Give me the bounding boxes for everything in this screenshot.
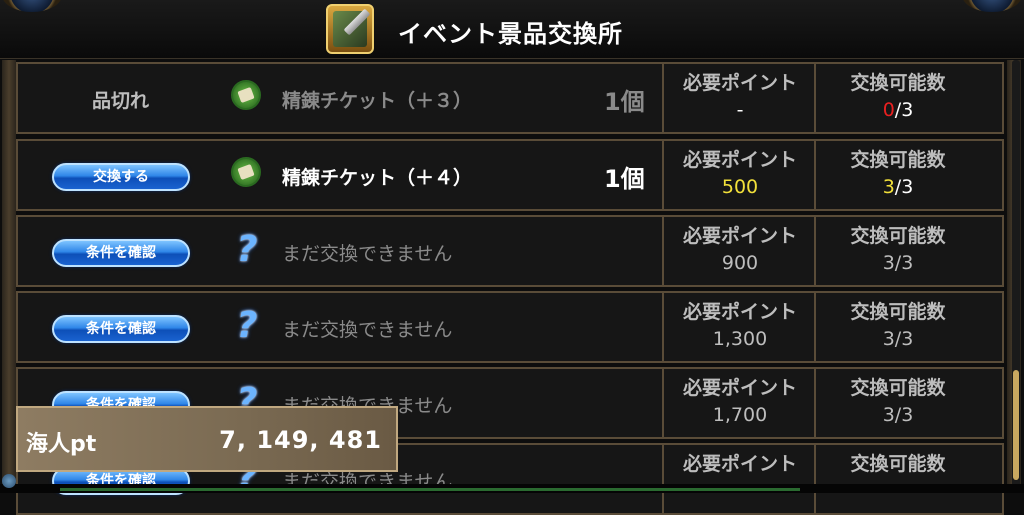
ticket-icon bbox=[231, 80, 261, 110]
exchange-count-label: 交換可能数 bbox=[850, 72, 946, 94]
exchange-count-value: 0/3 bbox=[816, 99, 980, 121]
required-points-label: 必要ポイント bbox=[682, 377, 797, 399]
item-name: 精錬チケット（＋４） bbox=[282, 167, 473, 189]
exchange-count-value: 3/3 bbox=[816, 328, 980, 350]
required-points-cell: 必要ポイント - bbox=[662, 64, 816, 132]
page-title: イベント景品交換所 bbox=[398, 20, 623, 48]
required-points-label: 必要ポイント bbox=[682, 149, 797, 171]
exchange-count-current: 3 bbox=[882, 176, 895, 198]
required-points-value: 500 bbox=[721, 176, 759, 198]
exchange-count-max: /3 bbox=[894, 99, 914, 121]
corner-orb-right-icon bbox=[962, 0, 1022, 12]
scrollbar[interactable] bbox=[1012, 60, 1020, 490]
exchange-count-label: 交換可能数 bbox=[850, 377, 946, 399]
sword-shop-icon bbox=[326, 4, 374, 54]
scroll-thumb[interactable] bbox=[1013, 370, 1019, 480]
exchange-row: 条件を確認 ? まだ交換できません 必要ポイント 900 交換可能数 3/3 bbox=[16, 215, 1004, 287]
row-main-cell: 交換する 精錬チケット（＋４） 1個 bbox=[18, 141, 662, 209]
exchange-row: 条件を確認 ? まだ交換できません 必要ポイント 1,300 交換可能数 3/3 bbox=[16, 291, 1004, 363]
check-condition-button[interactable]: 条件を確認 bbox=[52, 315, 190, 343]
required-points-label: 必要ポイント bbox=[682, 453, 797, 475]
frame-left bbox=[2, 60, 16, 493]
ticket-icon bbox=[231, 157, 261, 187]
exchange-count-cell: 交換可能数 3/3 bbox=[814, 293, 980, 361]
exchange-count-max: /3 bbox=[894, 176, 914, 198]
check-condition-button[interactable]: 条件を確認 bbox=[52, 239, 190, 267]
required-points-label: 必要ポイント bbox=[682, 225, 797, 247]
item-name: まだ交換できません bbox=[282, 319, 453, 341]
exchange-count-label: 交換可能数 bbox=[850, 453, 946, 475]
item-quantity: 1個 bbox=[604, 88, 645, 116]
exchange-button[interactable]: 交換する bbox=[52, 163, 190, 191]
exchange-count-value: 3/3 bbox=[816, 252, 980, 274]
status-orb-icon bbox=[2, 474, 16, 488]
header-bar: イベント景品交換所 bbox=[0, 0, 1024, 59]
row-main-cell: 条件を確認 ? まだ交換できません bbox=[18, 293, 662, 361]
exchange-row: 品切れ 精錬チケット（＋３） 1個 必要ポイント - 交換可能数 0/3 bbox=[16, 62, 1004, 134]
exchange-count-cell: 交換可能数 3/3 bbox=[814, 141, 980, 209]
exchange-count-max: /3 bbox=[894, 404, 914, 426]
exchange-count-max: /3 bbox=[894, 328, 914, 350]
exchange-count-current: 3 bbox=[882, 404, 895, 426]
soldout-label: 品切れ bbox=[92, 90, 150, 112]
item-name: まだ交換できません bbox=[282, 243, 453, 265]
item-name: 精錬チケット（＋３） bbox=[282, 90, 473, 112]
exchange-count-label: 交換可能数 bbox=[850, 225, 946, 247]
exchange-count-current: 3 bbox=[882, 252, 895, 274]
required-points-cell: 必要ポイント 1,300 bbox=[662, 293, 816, 361]
exchange-count-cell: 交換可能数 0/3 bbox=[814, 64, 980, 132]
corner-orb-left-icon bbox=[2, 0, 62, 12]
required-points-cell: 必要ポイント 900 bbox=[662, 217, 816, 285]
points-label: 海人pt bbox=[26, 432, 97, 457]
required-points-cell: 必要ポイント 500 bbox=[662, 141, 816, 209]
bottom-progress-bar bbox=[60, 488, 800, 491]
exchange-count-value: 3/3 bbox=[816, 404, 980, 426]
exchange-count-label: 交換可能数 bbox=[850, 301, 946, 323]
required-points-cell: 必要ポイント bbox=[662, 445, 816, 513]
required-points-value: 900 bbox=[721, 252, 759, 274]
row-main-cell: 品切れ 精錬チケット（＋３） 1個 bbox=[18, 64, 662, 132]
required-points-value: 1,300 bbox=[712, 328, 768, 350]
exchange-count-cell: 交換可能数 bbox=[814, 445, 980, 513]
question-icon: ? bbox=[236, 305, 258, 346]
exchange-row: 交換する 精錬チケット（＋４） 1個 必要ポイント 500 交換可能数 3/3 bbox=[16, 139, 1004, 211]
exchange-count-cell: 交換可能数 3/3 bbox=[814, 369, 980, 437]
required-points-label: 必要ポイント bbox=[682, 72, 797, 94]
required-points-value: 1,700 bbox=[712, 404, 768, 426]
exchange-count-current: 3 bbox=[882, 328, 895, 350]
exchange-count-label: 交換可能数 bbox=[850, 149, 946, 171]
required-points-value: - bbox=[736, 99, 744, 121]
question-icon: ? bbox=[236, 229, 258, 270]
required-points-label: 必要ポイント bbox=[682, 301, 797, 323]
item-quantity: 1個 bbox=[604, 165, 645, 193]
exchange-count-cell: 交換可能数 3/3 bbox=[814, 217, 980, 285]
exchange-count-max: /3 bbox=[894, 252, 914, 274]
exchange-count-value: 3/3 bbox=[816, 176, 980, 198]
points-value: 7, 149, 481 bbox=[219, 426, 382, 454]
points-balance-panel: 海人pt 7, 149, 481 bbox=[16, 406, 398, 472]
exchange-count-current: 0 bbox=[882, 99, 895, 121]
required-points-cell: 必要ポイント 1,700 bbox=[662, 369, 816, 437]
row-main-cell: 条件を確認 ? まだ交換できません bbox=[18, 217, 662, 285]
